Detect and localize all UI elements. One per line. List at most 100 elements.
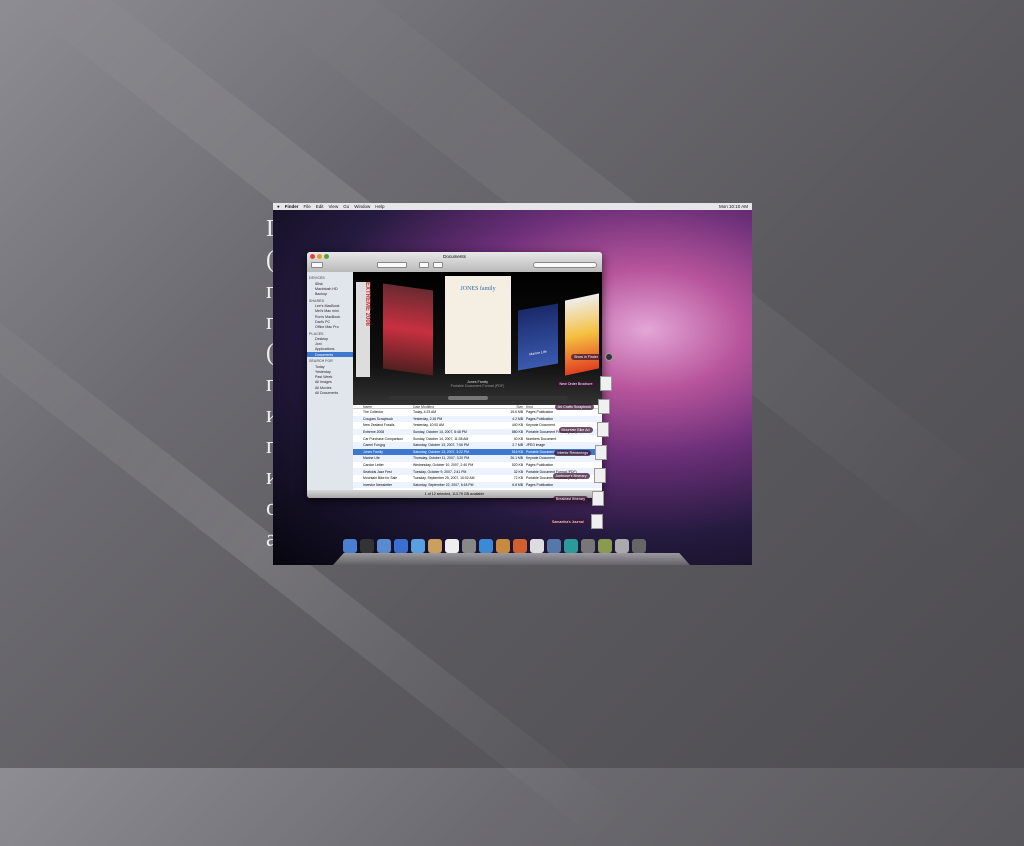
stack-item[interactable]: Ambrose's Itinerary — [552, 468, 606, 483]
dock-app-icon[interactable] — [564, 539, 578, 553]
coverflow-item-photo[interactable] — [383, 283, 433, 376]
file-kind: Pages Publication — [526, 416, 554, 421]
finder-icon — [605, 353, 613, 361]
dock-app-icon[interactable] — [615, 539, 629, 553]
file-name: Camel Fun.jpg — [363, 443, 386, 448]
dock-app-icon[interactable] — [496, 539, 510, 553]
dock-app-icon[interactable] — [547, 539, 561, 553]
file-size: 520 KB — [511, 463, 523, 468]
dock-app-icon[interactable] — [462, 539, 476, 553]
file-date: Tuesday, September 25, 2007, 10:02 AM — [413, 476, 475, 481]
dock-app-icon[interactable] — [530, 539, 544, 553]
dock-app-icon[interactable] — [445, 539, 459, 553]
stack-item[interactable]: Interior Renderings — [554, 445, 607, 460]
file-size: 880 KB — [511, 430, 523, 435]
title-bar: Documents — [307, 252, 602, 272]
dock-app-icon[interactable] — [513, 539, 527, 553]
file-date: Today, 4:23 AM — [413, 410, 437, 415]
dock-app-icon[interactable] — [632, 539, 646, 553]
file-name: New Zealand Fossils — [363, 423, 395, 428]
dock-app-icon[interactable] — [394, 539, 408, 553]
stack-item[interactable]: Art Crafts Scrapbook — [554, 399, 610, 414]
embedded-screenshot: ● Finder File Edit View Go Window Help Mon 10:… — [273, 203, 752, 565]
stack-item-label: Ambrose's Itinerary — [552, 472, 590, 479]
file-kind: Numbers Document — [526, 436, 557, 441]
menu-view[interactable]: View — [329, 204, 339, 209]
file-name: The Collector — [363, 410, 384, 415]
coverflow-item-jones-family[interactable]: JONES family — [445, 276, 511, 374]
file-name: Marine Life — [363, 456, 380, 461]
file-date: Yesterday, 10:00 AM — [413, 423, 444, 428]
stack-item-label: Interior Renderings — [554, 449, 591, 456]
sidebar-heading: SEARCH FOR — [309, 359, 333, 364]
sidebar-heading: PLACES — [309, 331, 324, 336]
file-name: Cougars Scrapbook — [363, 416, 393, 421]
file-name: Cardon Letter — [363, 463, 384, 468]
menu-clock: Mon 10:10 AM — [718, 204, 748, 209]
file-date: Saturday, September 22, 2007, 6:18 PM — [413, 482, 474, 487]
file-date: Thursday, October 11, 2007, 3:20 PM — [413, 456, 470, 461]
file-date: Saturday, October 13, 2007, 3:22 PM — [413, 449, 469, 454]
menu-help[interactable]: Help — [375, 204, 384, 209]
dock-app-icon[interactable] — [360, 539, 374, 553]
stack-item-label: Art Crafts Scrapbook — [554, 403, 594, 410]
dock-app-icon[interactable] — [343, 539, 357, 553]
dock-app-icon[interactable] — [581, 539, 595, 553]
file-date: Saturday, October 13, 2007, 7:06 PM — [413, 443, 469, 448]
file-name: Jones Family — [363, 449, 383, 454]
dock-app-icon[interactable] — [377, 539, 391, 553]
finder-window: Documents DEVICES iDisk Macintosh HD Backup… — [307, 252, 602, 498]
sidebar-heading: SHARED — [309, 298, 325, 303]
column-header-name[interactable]: Name — [353, 405, 413, 409]
stack-item[interactable]: Samantha's Journal — [548, 514, 603, 529]
dock-app-icon[interactable] — [428, 539, 442, 553]
stack-item[interactable]: New Order Brochure — [556, 376, 612, 391]
menu-window[interactable]: Window — [354, 204, 370, 209]
menu-bar: ● Finder File Edit View Go Window Help Mon 10:… — [273, 203, 752, 210]
file-size: 2.7 MB — [512, 443, 523, 448]
stack-item-label: New Order Brochure — [556, 380, 596, 387]
stack-item[interactable]: Mountain Bike Ad — [558, 422, 609, 437]
file-date: Sunday, October 14, 2007, 8:48 PM — [413, 430, 467, 435]
file-date: Tuesday, October 9, 2007, 2:41 PM — [413, 469, 467, 474]
dock-app-icon[interactable] — [598, 539, 612, 553]
file-size: 6.8 MB — [512, 482, 523, 487]
menu-go[interactable]: Go — [343, 204, 349, 209]
dock-app-icon[interactable] — [411, 539, 425, 553]
stack-item-label: Samantha's Journal — [548, 518, 587, 525]
action-menu-button[interactable] — [433, 262, 443, 268]
document-thumbnail-icon — [596, 422, 609, 437]
dock-app-icon[interactable] — [479, 539, 493, 553]
coverflow-item-marine-life[interactable]: Marine Life — [518, 303, 558, 371]
document-thumbnail-icon — [590, 514, 603, 529]
document-thumbnail-icon — [595, 445, 607, 460]
file-size: 440 KB — [511, 423, 523, 428]
coverflow-item-extreme[interactable]: EXTREME 2008 — [356, 282, 370, 377]
menu-file[interactable]: File — [303, 204, 310, 209]
file-name: Extreme 2008 — [363, 430, 385, 435]
search-input[interactable] — [533, 262, 597, 268]
stack-item[interactable]: Breakfast Itinerary — [552, 491, 604, 506]
stack-item[interactable]: Show in Finder — [571, 353, 613, 361]
column-header-date-modified[interactable]: Date Modified — [413, 405, 501, 409]
file-size: 4.2 MB — [512, 416, 523, 421]
column-header-size[interactable]: Size — [501, 405, 526, 409]
stack-item-label: Mountain Bike Ad — [558, 426, 593, 433]
sidebar-item-all-documents[interactable]: All Documents — [307, 390, 353, 395]
dock-shelf — [333, 553, 690, 565]
quick-look-button[interactable] — [419, 262, 429, 268]
file-size: 26.1 MB — [510, 456, 523, 461]
file-name: Seafolds Jazz Fest — [363, 469, 392, 474]
stack-item-label: Show in Finder — [571, 354, 601, 360]
menu-finder[interactable]: Finder — [285, 204, 299, 209]
apple-menu-icon[interactable]: ● — [277, 204, 280, 209]
coverflow-scrollbar[interactable] — [388, 396, 568, 400]
file-kind: Pages Publication — [526, 482, 554, 487]
view-mode-buttons[interactable] — [377, 262, 407, 268]
coverflow-item[interactable] — [565, 293, 599, 376]
document-thumbnail-icon — [598, 399, 610, 414]
file-size: 32 KB — [513, 469, 523, 474]
menu-edit[interactable]: Edit — [316, 204, 324, 209]
window-title: Documents — [443, 254, 466, 259]
back-forward-buttons[interactable] — [311, 262, 323, 268]
